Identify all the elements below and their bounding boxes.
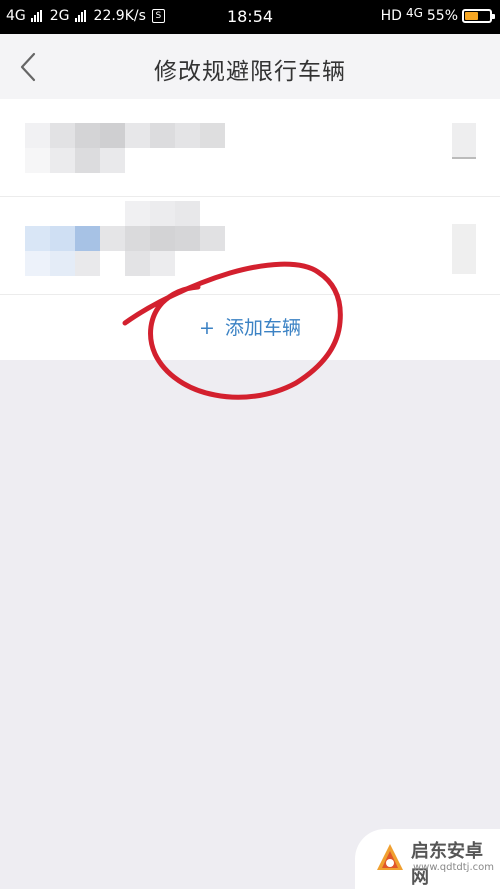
pixelated-right <box>452 224 476 274</box>
vehicle-row[interactable] <box>0 197 500 295</box>
status-bar: 4G 2G 22.9K/s S 18:54 HD 4G 55% <box>0 0 500 34</box>
app-header: 修改规避限行车辆 <box>0 34 500 99</box>
add-vehicle-row: + 添加车辆 <box>0 295 500 360</box>
watermark: 启东安卓网 www.qdtdtj.com <box>355 829 500 889</box>
add-vehicle-label: 添加车辆 <box>224 317 301 339</box>
vehicle-row[interactable] <box>0 99 500 197</box>
pixelated-right <box>452 123 476 159</box>
plus-icon: + <box>199 317 215 339</box>
network-type-label: 4G <box>405 6 423 20</box>
watermark-url: www.qdtdtj.com <box>413 862 494 873</box>
battery-icon <box>462 9 495 23</box>
page-title: 修改规避限行车辆 <box>154 59 346 85</box>
watermark-logo-icon <box>377 844 403 870</box>
battery-percent: 55% <box>426 8 458 24</box>
add-vehicle-button[interactable]: + 添加车辆 <box>0 313 500 340</box>
hd-voice-label: HD <box>380 8 402 24</box>
battery-fill <box>465 12 478 20</box>
pixelated-plate <box>25 201 225 277</box>
vehicle-list: + 添加车辆 <box>0 99 500 360</box>
pixelated-plate <box>25 123 225 173</box>
